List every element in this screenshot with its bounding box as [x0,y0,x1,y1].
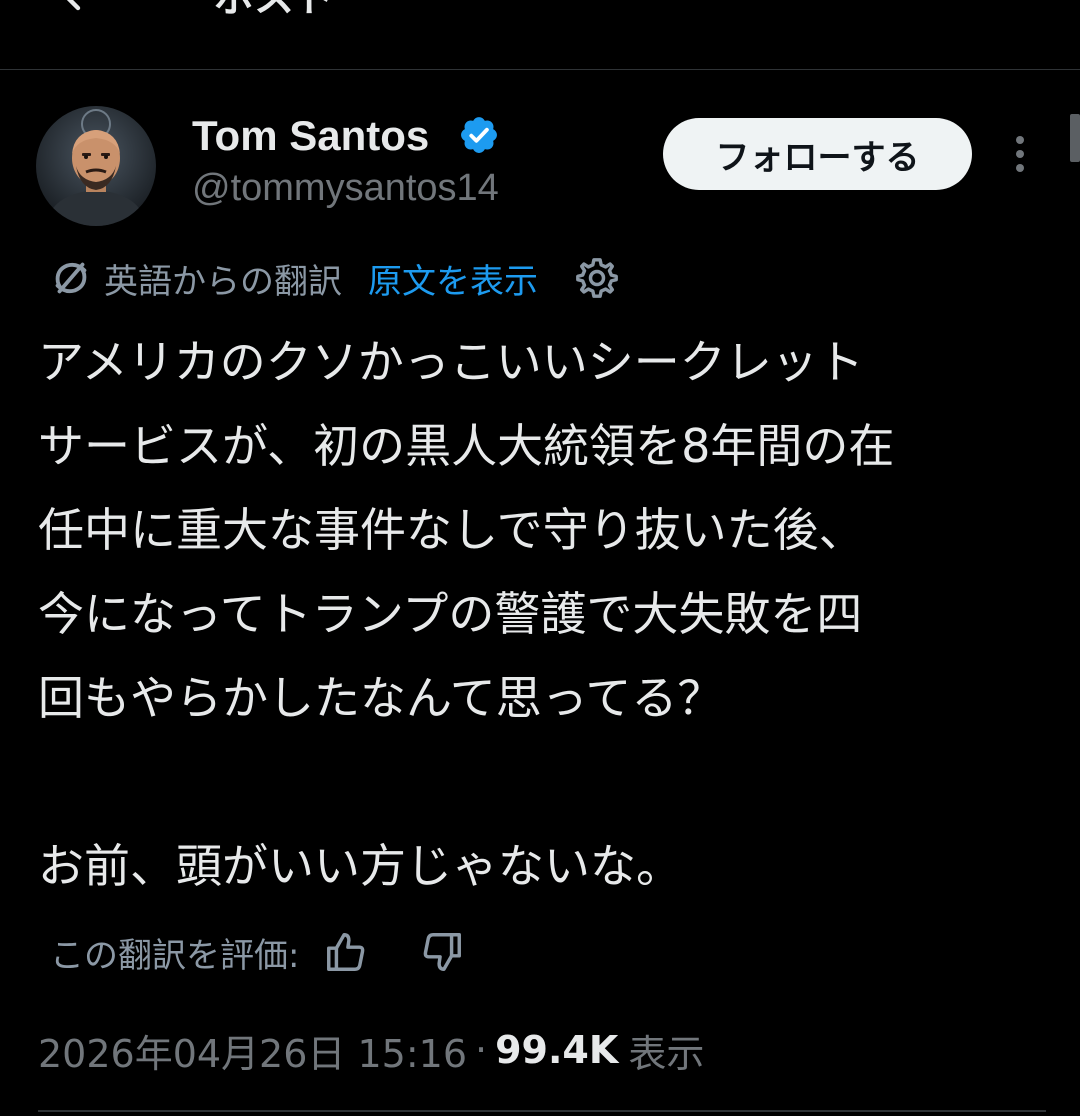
show-original-link[interactable]: 原文を表示 [368,254,538,303]
tweet-text: アメリカのクソかっこいいシークレット サービスが、初の黒人大統領を8年間の在 任… [38,320,1048,908]
translation-label: 英語からの翻訳 [104,261,342,302]
tweet-line: 今になってトランプの警護で大失敗を四 [38,587,863,641]
translate-icon [55,262,87,294]
divider [38,1110,1046,1112]
tweet-line: 回もやらかしたなんて思ってる？ [38,671,724,725]
translation-rating: この翻訳を評価: [50,922,465,982]
verified-badge-icon[interactable] [458,114,500,156]
display-name[interactable]: Tom Santos [192,112,429,160]
thumbs-up-icon[interactable] [323,929,369,975]
tweet-line: サービスが、初の黒人大統領を8年間の在 [38,419,895,473]
tweet-line: アメリカのクソかっこいいシークレット [38,335,864,389]
user-handle[interactable]: @tommysantos14 [192,164,499,212]
tweet-meta: 2026年04月26日 15:16 · 99.4K 表示 [38,1020,704,1080]
view-count-label: 表示 [628,1031,705,1076]
more-options-icon[interactable] [1000,132,1040,176]
tweet-line: お前、頭がいい方じゃないな。 [38,839,682,893]
separator: · [475,1028,488,1072]
follow-button[interactable]: フォローする [663,118,972,190]
avatar-image [36,106,156,226]
thumbs-down-icon[interactable] [419,929,465,975]
gear-icon[interactable] [574,255,620,301]
avatar[interactable] [36,106,156,226]
translation-bar: 英語からの翻訳 原文を表示 [48,250,620,306]
timestamp[interactable]: 2026年04月26日 15:16 [38,1023,467,1078]
rating-label: この翻訳を評価: [50,935,300,976]
tweet-line: 任中に重大な事件なしで守り抜いた後、 [38,503,865,557]
back-arrow-icon[interactable] [56,0,104,18]
scrollbar-thumb[interactable] [1070,114,1080,162]
view-count: 99.4K [495,1028,619,1072]
page-title: ポスト [214,0,334,18]
top-bar: ポスト [0,0,1080,70]
